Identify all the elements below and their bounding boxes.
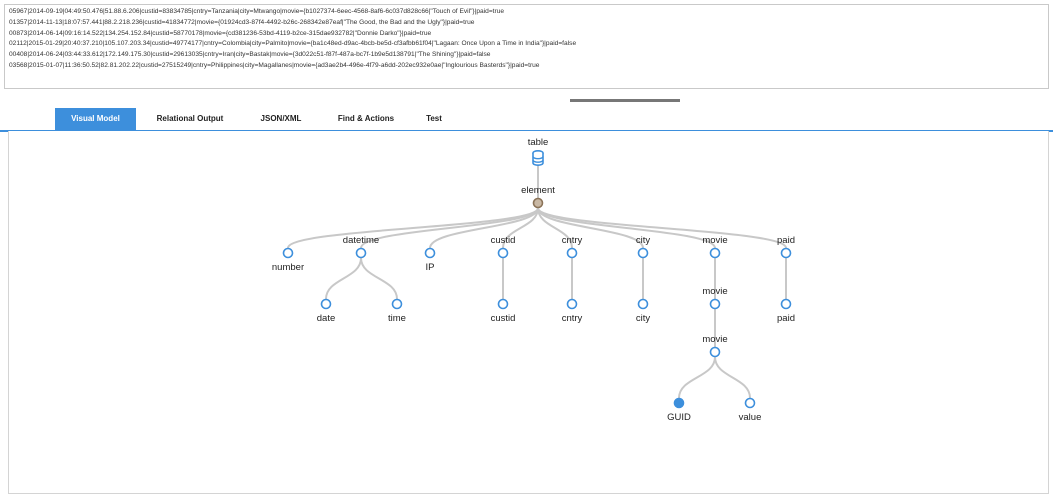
visual-model-canvas[interactable]: table element number datetime IP custid cntry c… [8, 131, 1049, 494]
sample-line: 03568|2015-01-07|11:36:50.52|82.81.202.2… [9, 61, 540, 69]
database-icon [532, 149, 544, 166]
tree-node-label: GUID [667, 412, 691, 423]
tree-node-label: movie [702, 286, 727, 297]
node-circle [566, 247, 578, 259]
tree-node-paid2[interactable]: paid [777, 298, 795, 325]
tree-node-guid[interactable]: GUID [667, 397, 691, 424]
node-circle [497, 247, 509, 259]
node-circle [709, 247, 721, 259]
tab-test[interactable]: Test [414, 108, 454, 130]
tree-node-custid2[interactable]: custid [491, 298, 516, 325]
sample-data-panel[interactable]: 05967|2014-09-19|04:49:50.476|51.88.6.20… [4, 4, 1049, 89]
tab-json-xml[interactable]: JSON/XML [244, 108, 318, 130]
tree-node-label: element [521, 185, 555, 196]
tree-node-label: table [528, 137, 549, 148]
sample-line: 00408|2014-06-24|03:44:33.612|172.149.17… [9, 51, 491, 59]
tree-link [325, 257, 362, 300]
node-circle [355, 247, 367, 259]
tree-node-label: city [636, 313, 651, 324]
tree-node-label: movie [702, 334, 727, 345]
tree-node-date[interactable]: date [317, 298, 336, 325]
node-circle [744, 397, 756, 409]
tab-bar: Visual Model Relational Output JSON/XML … [0, 108, 1053, 132]
node-circle [532, 197, 544, 209]
tree-node-label: date [317, 313, 336, 324]
node-circle [320, 298, 332, 310]
node-circle [709, 298, 721, 310]
sample-line: 01357|2014-11-13|18:07:57.441|88.2.218.2… [9, 18, 475, 26]
schema-tree: tableelementnumberdatetimeIPcustid cntry c… [272, 137, 795, 424]
tree-node-label: custid [491, 313, 516, 324]
tab-relational-output[interactable]: Relational Output [140, 108, 240, 130]
sample-line: 00873|2014-06-14|09:16:14.522|134.254.15… [9, 29, 432, 37]
tree-node-label: city [636, 235, 651, 246]
tree-node-ip[interactable]: IP [424, 247, 436, 274]
tab-find-actions[interactable]: Find & Actions [322, 108, 410, 130]
tree-node-label: cntry [562, 313, 583, 324]
tree-node-cntry2[interactable]: cntry [562, 298, 583, 325]
tree-link [360, 257, 398, 300]
tree-node-city2[interactable]: city [636, 298, 651, 325]
tab-visual-model[interactable]: Visual Model [55, 108, 136, 130]
tree-node-label: time [388, 313, 406, 324]
tree-node-number[interactable]: number [272, 247, 304, 274]
node-circle [709, 346, 721, 358]
tree-link [714, 356, 751, 399]
panel-resize-handle[interactable] [570, 99, 680, 102]
tree-node-label: custid [491, 235, 516, 246]
tree-node-time[interactable]: time [388, 298, 406, 325]
tree-node-label: paid [777, 313, 795, 324]
sample-line: 05967|2014-09-19|04:49:50.476|51.88.6.20… [9, 8, 505, 15]
tree-node-label: datetime [343, 235, 379, 246]
sample-line: 02112|2015-01-29|20:40:37.210|105.107.20… [9, 40, 577, 48]
node-circle [780, 247, 792, 259]
tree-link [678, 356, 716, 399]
node-circle [637, 247, 649, 259]
node-circle [391, 298, 403, 310]
tree-node-label: value [739, 412, 762, 423]
node-circle [780, 298, 792, 310]
node-circle [566, 298, 578, 310]
node-circle [424, 247, 436, 259]
tree-node-value[interactable]: value [739, 397, 762, 424]
tree-node-label: movie [702, 235, 727, 246]
node-circle [673, 397, 685, 409]
tree-node-table[interactable]: table [528, 137, 549, 166]
node-circle [637, 298, 649, 310]
tree-node-label: cntry [562, 235, 583, 246]
tree-node-label: IP [426, 262, 435, 273]
node-circle [497, 298, 509, 310]
node-circle [282, 247, 294, 259]
tree-node-label: paid [777, 235, 795, 246]
tree-node-label: number [272, 262, 304, 273]
